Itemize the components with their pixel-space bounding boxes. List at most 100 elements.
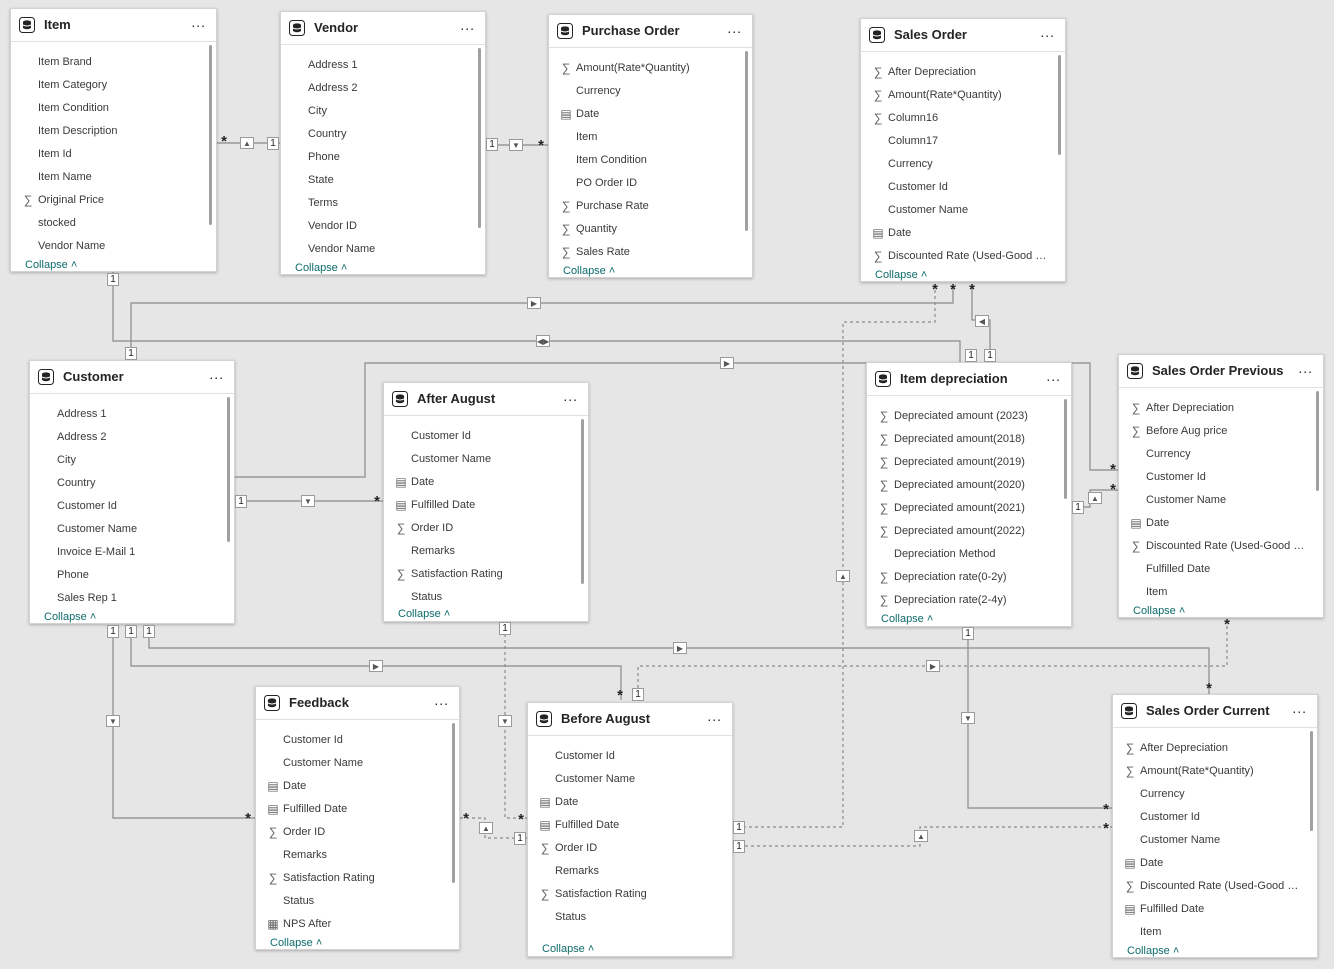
field-row[interactable]: Vendor Name <box>281 239 471 257</box>
scrollbar[interactable] <box>209 45 212 225</box>
field-row[interactable]: ∑ Amount(Rate*Quantity) <box>861 85 1051 107</box>
field-row[interactable]: Customer Name <box>384 449 574 471</box>
field-row[interactable]: Vendor Name <box>11 236 202 254</box>
field-row[interactable]: ∑ Amount(Rate*Quantity) <box>1113 761 1303 783</box>
collapse-link[interactable]: Collapse ˄ <box>398 608 450 620</box>
more-options-icon[interactable]: ... <box>1040 24 1055 40</box>
field-list[interactable]: ∑ After Depreciation ∑ Amount(Rate*Quantity… <box>1113 728 1317 940</box>
field-list[interactable]: Customer Id Customer Name ▤ Date ▤ Fulfilled … <box>384 416 588 603</box>
field-row[interactable]: ▤ Date <box>861 223 1051 245</box>
scrollbar[interactable] <box>745 51 748 231</box>
field-row[interactable]: State <box>281 170 471 192</box>
field-row[interactable]: Country <box>30 473 220 495</box>
more-options-icon[interactable]: ... <box>209 366 224 382</box>
field-row[interactable]: Invoice E-Mail 1 <box>30 542 220 564</box>
field-row[interactable]: ∑ Purchase Rate <box>549 196 738 218</box>
table-card-sales-order[interactable]: Sales Order... ∑ After Depreciation ∑ Amount… <box>860 18 1066 282</box>
table-card-before-august[interactable]: Before August... Customer Id Customer Name… <box>527 702 733 957</box>
field-row[interactable]: ∑ After Depreciation <box>1119 398 1309 420</box>
field-row[interactable]: ▤ Date <box>528 792 718 814</box>
field-row[interactable]: ∑ Before Aug price <box>1119 421 1309 443</box>
field-row[interactable]: Item Condition <box>549 150 738 172</box>
field-row[interactable]: ∑ Discounted Rate (Used-Good pro... <box>1113 876 1303 898</box>
field-row[interactable]: Customer Id <box>528 746 718 768</box>
more-options-icon[interactable]: ... <box>707 708 722 724</box>
table-card-feedback[interactable]: Feedback... Customer Id Customer Name ▤ Date… <box>255 686 460 950</box>
field-row[interactable]: Customer Name <box>528 769 718 791</box>
field-row[interactable]: Address 2 <box>30 427 220 449</box>
field-row[interactable]: Item Category <box>11 75 202 97</box>
field-row[interactable]: Customer Id <box>256 730 445 752</box>
collapse-link[interactable]: Collapse ˄ <box>44 611 96 623</box>
collapse-link[interactable]: Collapse ˄ <box>542 943 594 955</box>
field-row[interactable]: ▦ NPS After <box>256 914 445 932</box>
field-row[interactable]: ∑ Column16 <box>861 108 1051 130</box>
field-row[interactable]: ▤ Date <box>256 776 445 798</box>
more-options-icon[interactable]: ... <box>1292 700 1307 716</box>
scrollbar[interactable] <box>478 48 481 228</box>
field-list[interactable]: Address 1 Address 2 City Country Phone State T… <box>281 45 485 257</box>
table-card-vendor[interactable]: Vendor... Address 1 Address 2 City Country Ph… <box>280 11 486 275</box>
field-row[interactable]: Customer Id <box>1119 467 1309 489</box>
field-row[interactable]: Fulfilled Date <box>1119 559 1309 581</box>
table-card-after-august[interactable]: After August... Customer Id Customer Name ▤… <box>383 382 589 622</box>
field-row[interactable]: ∑ Original Price <box>11 190 202 212</box>
table-header[interactable]: Sales Order Previous... <box>1119 355 1323 388</box>
field-row[interactable]: Item Description <box>11 121 202 143</box>
field-row[interactable]: Item Brand <box>11 52 202 74</box>
field-row[interactable]: ▤ Fulfilled Date <box>528 815 718 837</box>
field-list[interactable]: ∑ After Depreciation ∑ Amount(Rate*Quantity… <box>861 52 1065 264</box>
table-header[interactable]: Sales Order... <box>861 19 1065 52</box>
field-row[interactable]: Currency <box>1119 444 1309 466</box>
field-row[interactable]: ∑ Satisfaction Rating <box>384 564 574 586</box>
field-list[interactable]: Item Brand Item Category Item Condition Ite… <box>11 42 216 254</box>
field-row[interactable]: ∑ Discounted Rate (Used-Good pro... <box>861 246 1051 264</box>
field-row[interactable]: Currency <box>549 81 738 103</box>
field-row[interactable]: Remarks <box>528 861 718 883</box>
field-row[interactable]: Item Id <box>11 144 202 166</box>
scrollbar[interactable] <box>1316 391 1319 491</box>
table-header[interactable]: Item depreciation... <box>867 363 1071 396</box>
table-header[interactable]: Item... <box>11 9 216 42</box>
field-row[interactable]: Customer Id <box>1113 807 1303 829</box>
field-row[interactable]: Status <box>384 587 574 603</box>
table-card-item[interactable]: Item... Item Brand Item Category Item Condi… <box>10 8 217 272</box>
field-list[interactable]: Customer Id Customer Name ▤ Date ▤ Fulfilled … <box>256 720 459 932</box>
field-row[interactable]: ▤ Fulfilled Date <box>1113 899 1303 921</box>
table-header[interactable]: Purchase Order... <box>549 15 752 48</box>
table-header[interactable]: Before August... <box>528 703 732 736</box>
field-row[interactable]: Item Name <box>11 167 202 189</box>
field-row[interactable]: stocked <box>11 213 202 235</box>
field-row[interactable]: ∑ Depreciated amount(2019) <box>867 452 1057 474</box>
field-row[interactable]: ∑ Amount(Rate*Quantity) <box>549 58 738 80</box>
table-card-item-depreciation[interactable]: Item depreciation... ∑ Depreciated amount … <box>866 362 1072 627</box>
more-options-icon[interactable]: ... <box>191 14 206 30</box>
field-row[interactable]: Phone <box>281 147 471 169</box>
field-row[interactable]: ▤ Date <box>1119 513 1309 535</box>
field-row[interactable]: Item <box>1113 922 1303 940</box>
field-row[interactable]: ∑ Depreciated amount(2021) <box>867 498 1057 520</box>
field-row[interactable]: ∑ Satisfaction Rating <box>256 868 445 890</box>
field-row[interactable]: Currency <box>1113 784 1303 806</box>
field-row[interactable]: ∑ After Depreciation <box>1113 738 1303 760</box>
field-row[interactable]: Address 1 <box>281 55 471 77</box>
field-list[interactable]: ∑ Depreciated amount (2023) ∑ Depreciated a… <box>867 396 1071 608</box>
more-options-icon[interactable]: ... <box>1046 368 1061 384</box>
collapse-link[interactable]: Collapse ˄ <box>25 259 77 271</box>
more-options-icon[interactable]: ... <box>727 20 742 36</box>
scrollbar[interactable] <box>227 397 230 542</box>
collapse-link[interactable]: Collapse ˄ <box>563 265 615 277</box>
scrollbar[interactable] <box>452 723 455 883</box>
scrollbar[interactable] <box>1064 399 1067 499</box>
table-card-sales-order-previous[interactable]: Sales Order Previous... ∑ After Depreciati… <box>1118 354 1324 618</box>
field-row[interactable]: ∑ Order ID <box>528 838 718 860</box>
field-row[interactable]: ▤ Fulfilled Date <box>384 495 574 517</box>
more-options-icon[interactable]: ... <box>1298 360 1313 376</box>
more-options-icon[interactable]: ... <box>563 388 578 404</box>
field-row[interactable]: Phone <box>30 565 220 587</box>
field-row[interactable]: Address 2 <box>281 78 471 100</box>
field-row[interactable]: ∑ Order ID <box>384 518 574 540</box>
collapse-link[interactable]: Collapse ˄ <box>875 269 927 281</box>
field-row[interactable]: Column17 <box>861 131 1051 153</box>
field-row[interactable]: ▤ Date <box>549 104 738 126</box>
